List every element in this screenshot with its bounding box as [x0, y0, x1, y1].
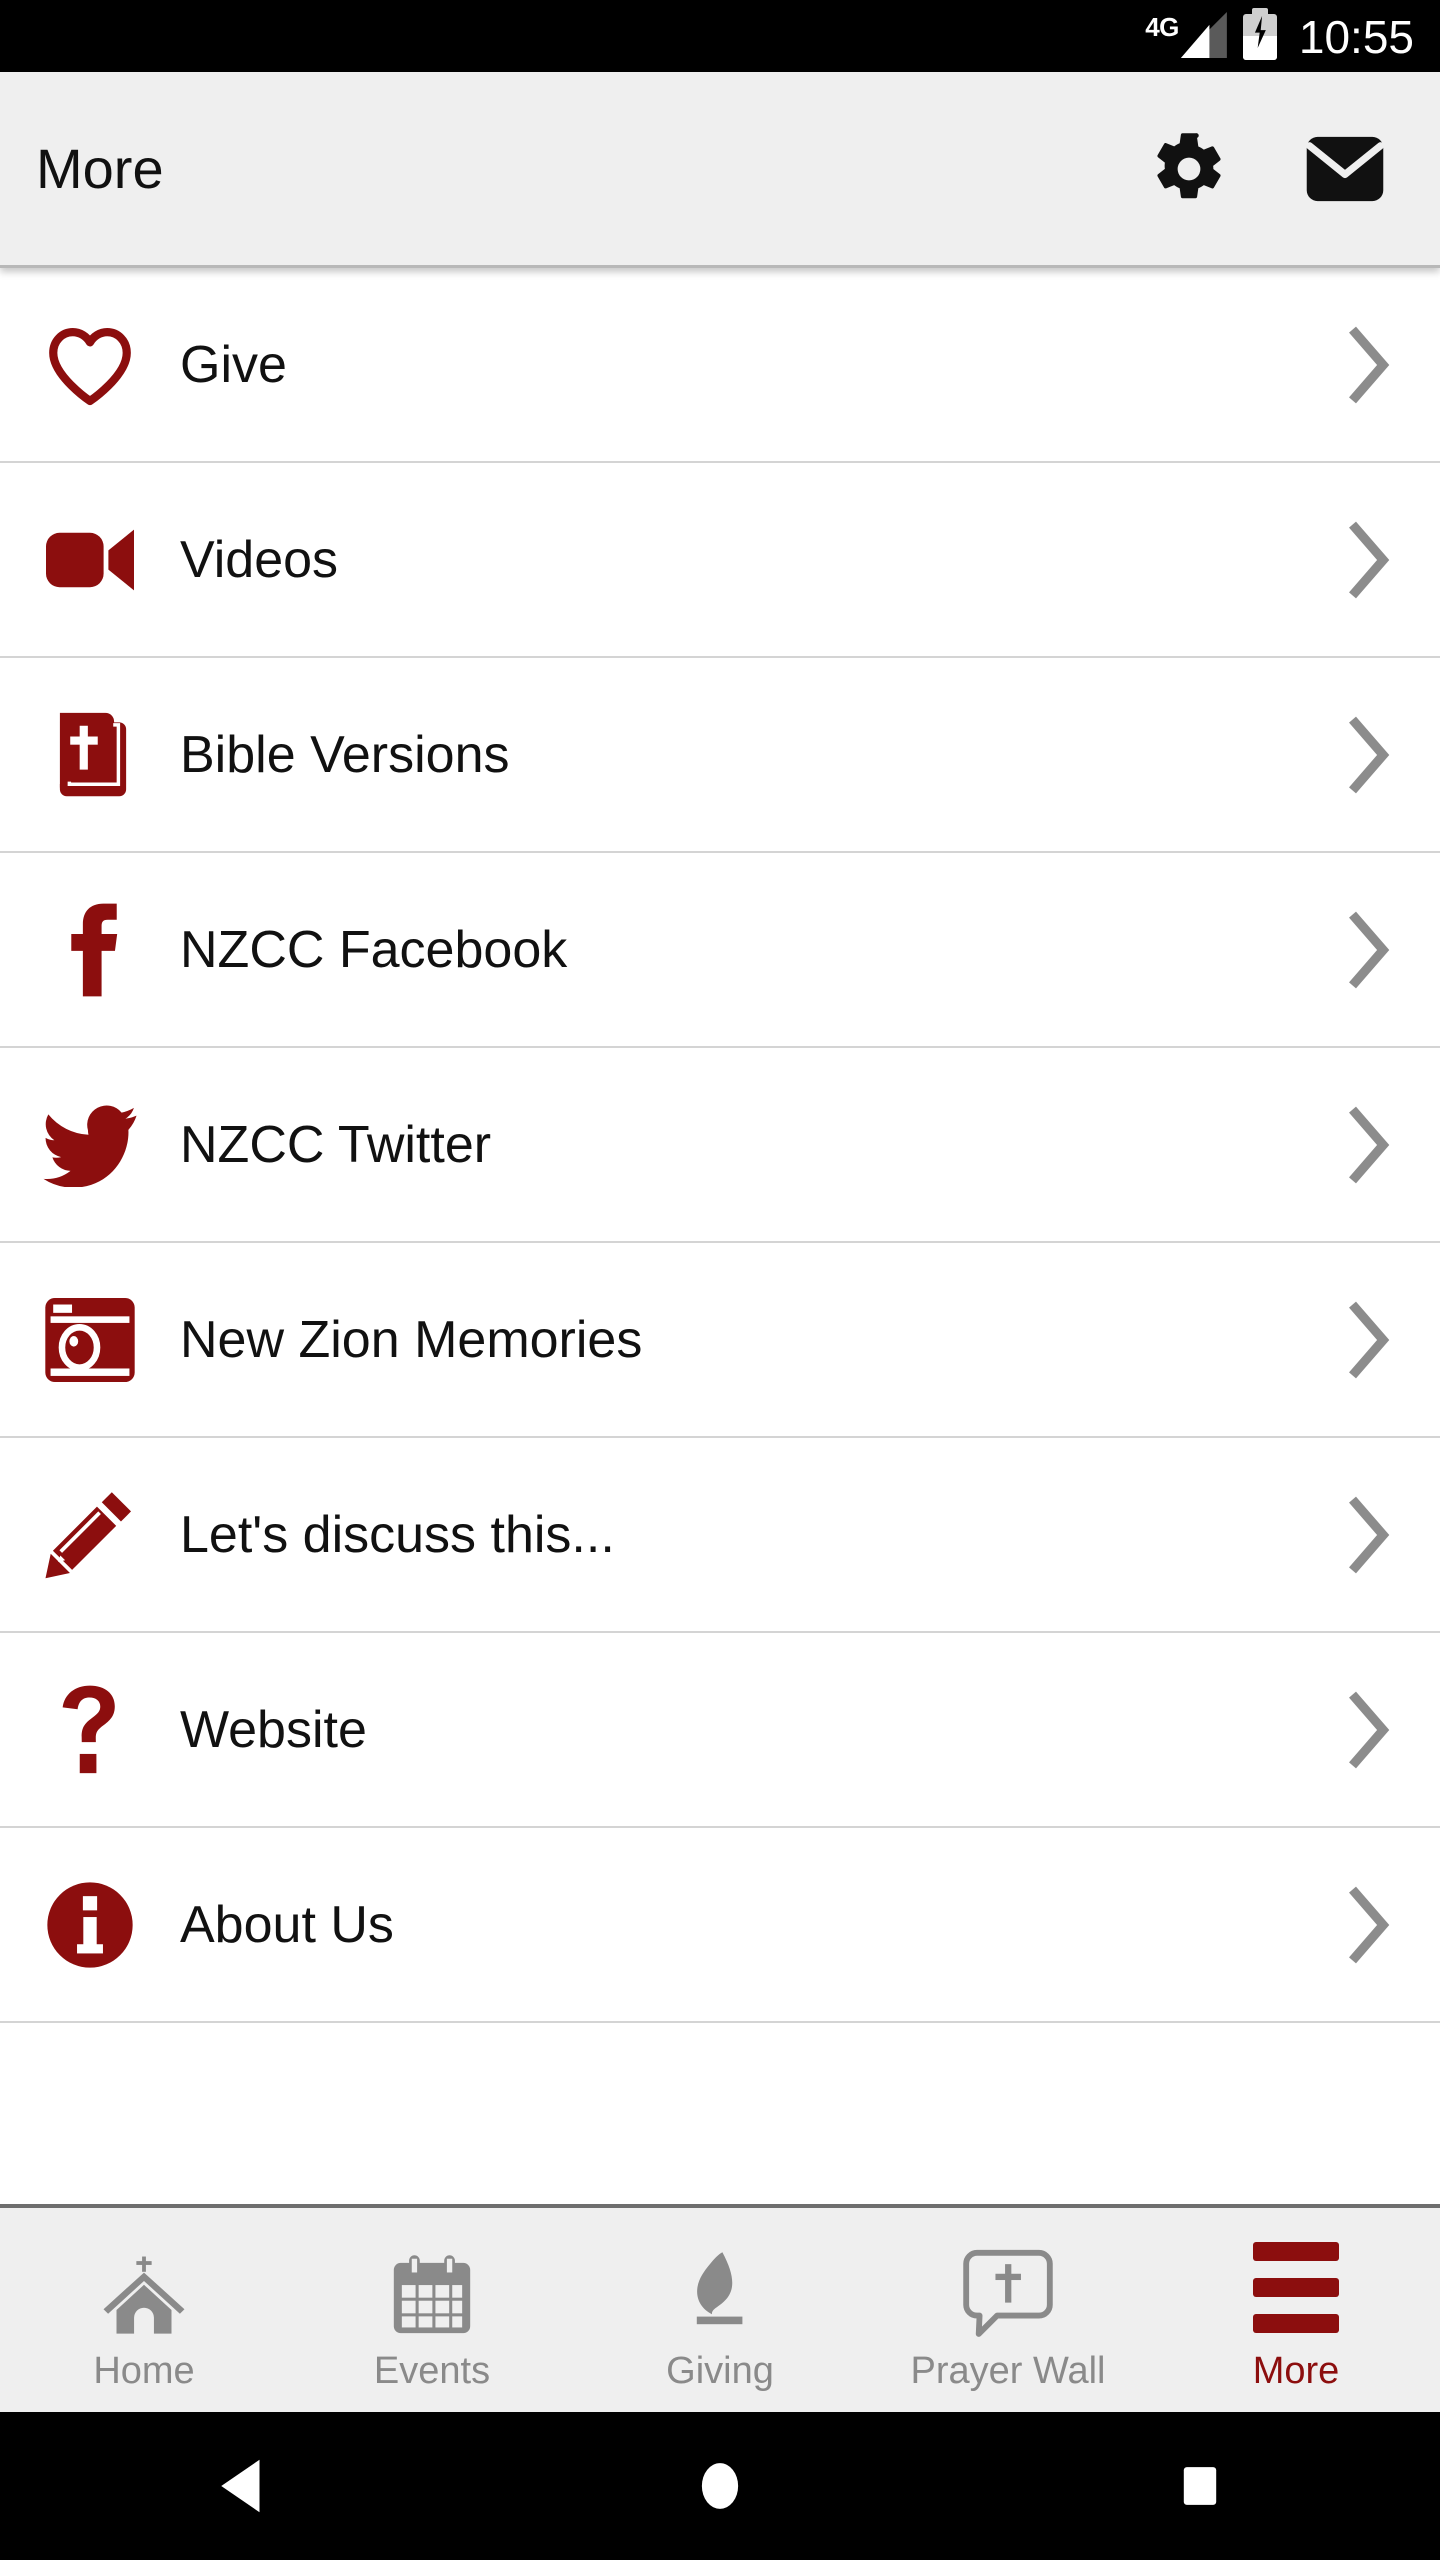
chevron-right-icon — [1342, 1886, 1396, 1964]
gear-icon — [1157, 132, 1221, 198]
list-item-label: Website — [180, 1700, 367, 1759]
tab-label: Prayer Wall — [910, 2350, 1106, 2393]
list-item-label: NZCC Facebook — [180, 920, 568, 979]
system-navigation-bar — [0, 2412, 1440, 2560]
list-item-label: Videos — [180, 530, 339, 589]
chevron-right-icon — [1342, 1106, 1396, 1184]
envelope-icon — [1305, 136, 1385, 201]
chevron-right-icon — [1342, 1301, 1396, 1379]
list-item-bible-versions[interactable]: Bible Versions — [0, 658, 1440, 853]
speech-bubble-cross-icon — [962, 2235, 1054, 2339]
square-recents-icon — [1183, 2467, 1217, 2505]
tab-giving[interactable]: Giving — [576, 2208, 864, 2412]
status-bar-indicators: 4G 10:55 — [1145, 8, 1414, 64]
list-item-new-zion-memories[interactable]: New Zion Memories — [0, 1243, 1440, 1438]
chevron-right-icon — [1342, 1496, 1396, 1574]
pencil-icon — [38, 1487, 142, 1583]
tab-events[interactable]: Events — [288, 2208, 576, 2412]
tab-more[interactable]: More — [1152, 2208, 1440, 2412]
app-bar: More — [0, 72, 1440, 268]
chevron-right-icon — [1342, 521, 1396, 599]
chevron-right-icon — [1342, 911, 1396, 989]
more-menu-list: Give Videos Bible Versions NZCC Facebook… — [0, 268, 1440, 2204]
bottom-tab-bar: Home Events Giving Prayer Wall More — [0, 2204, 1440, 2412]
tab-prayer-wall[interactable]: Prayer Wall — [864, 2208, 1152, 2412]
list-item-nzcc-twitter[interactable]: NZCC Twitter — [0, 1048, 1440, 1243]
tab-label: Giving — [666, 2350, 774, 2393]
home-button[interactable] — [645, 2436, 795, 2536]
circle-home-icon — [701, 2463, 739, 2509]
list-item-label: New Zion Memories — [180, 1310, 643, 1369]
hamburger-menu-icon — [1253, 2235, 1339, 2339]
status-bar: 4G 10:55 — [0, 0, 1440, 72]
battery-charging-icon — [1242, 8, 1277, 60]
recents-button[interactable] — [1125, 2436, 1275, 2536]
chevron-right-icon — [1342, 716, 1396, 794]
facebook-icon — [38, 901, 142, 999]
chevron-right-icon — [1342, 326, 1396, 404]
tab-label: Events — [373, 2350, 491, 2393]
tab-home[interactable]: Home — [0, 2208, 288, 2412]
triangle-back-icon — [221, 2459, 260, 2513]
list-item-label: Bible Versions — [180, 725, 510, 784]
tab-label: More — [1252, 2350, 1340, 2393]
list-item-label: About Us — [180, 1895, 394, 1954]
page-title: More — [36, 137, 164, 200]
info-circle-icon — [38, 1879, 142, 1971]
twitter-bird-icon — [38, 1103, 142, 1187]
list-item-label: Give — [180, 335, 287, 394]
flame-icon — [680, 2235, 760, 2339]
bible-book-icon — [38, 707, 142, 803]
video-camera-icon — [38, 521, 142, 599]
signal-icon — [1180, 12, 1227, 58]
list-item-nzcc-facebook[interactable]: NZCC Facebook — [0, 853, 1440, 1048]
tab-label: Home — [93, 2350, 195, 2393]
list-item-website[interactable]: Website — [0, 1633, 1440, 1828]
status-bar-clock: 10:55 — [1298, 11, 1414, 63]
app-screen: 4G 10:55 More Give Videos Bible Versions… — [0, 0, 1440, 2560]
heart-outline-icon — [38, 322, 142, 408]
mail-button[interactable] — [1300, 124, 1390, 214]
list-item-label: Let's discuss this... — [180, 1505, 615, 1564]
back-button[interactable] — [165, 2436, 315, 2536]
calendar-icon — [390, 2235, 474, 2339]
list-item-lets-discuss-this[interactable]: Let's discuss this... — [0, 1438, 1440, 1633]
question-mark-icon — [38, 1683, 142, 1777]
chevron-right-icon — [1342, 1691, 1396, 1769]
list-item-videos[interactable]: Videos — [0, 463, 1440, 658]
list-item-give[interactable]: Give — [0, 268, 1440, 463]
network-type-label: 4G — [1145, 12, 1179, 42]
list-item-about-us[interactable]: About Us — [0, 1828, 1440, 2023]
app-bar-actions — [1144, 124, 1406, 214]
church-icon — [98, 2235, 190, 2339]
settings-button[interactable] — [1144, 124, 1234, 214]
list-item-label: NZCC Twitter — [180, 1115, 492, 1174]
camera-icon — [38, 1294, 142, 1386]
